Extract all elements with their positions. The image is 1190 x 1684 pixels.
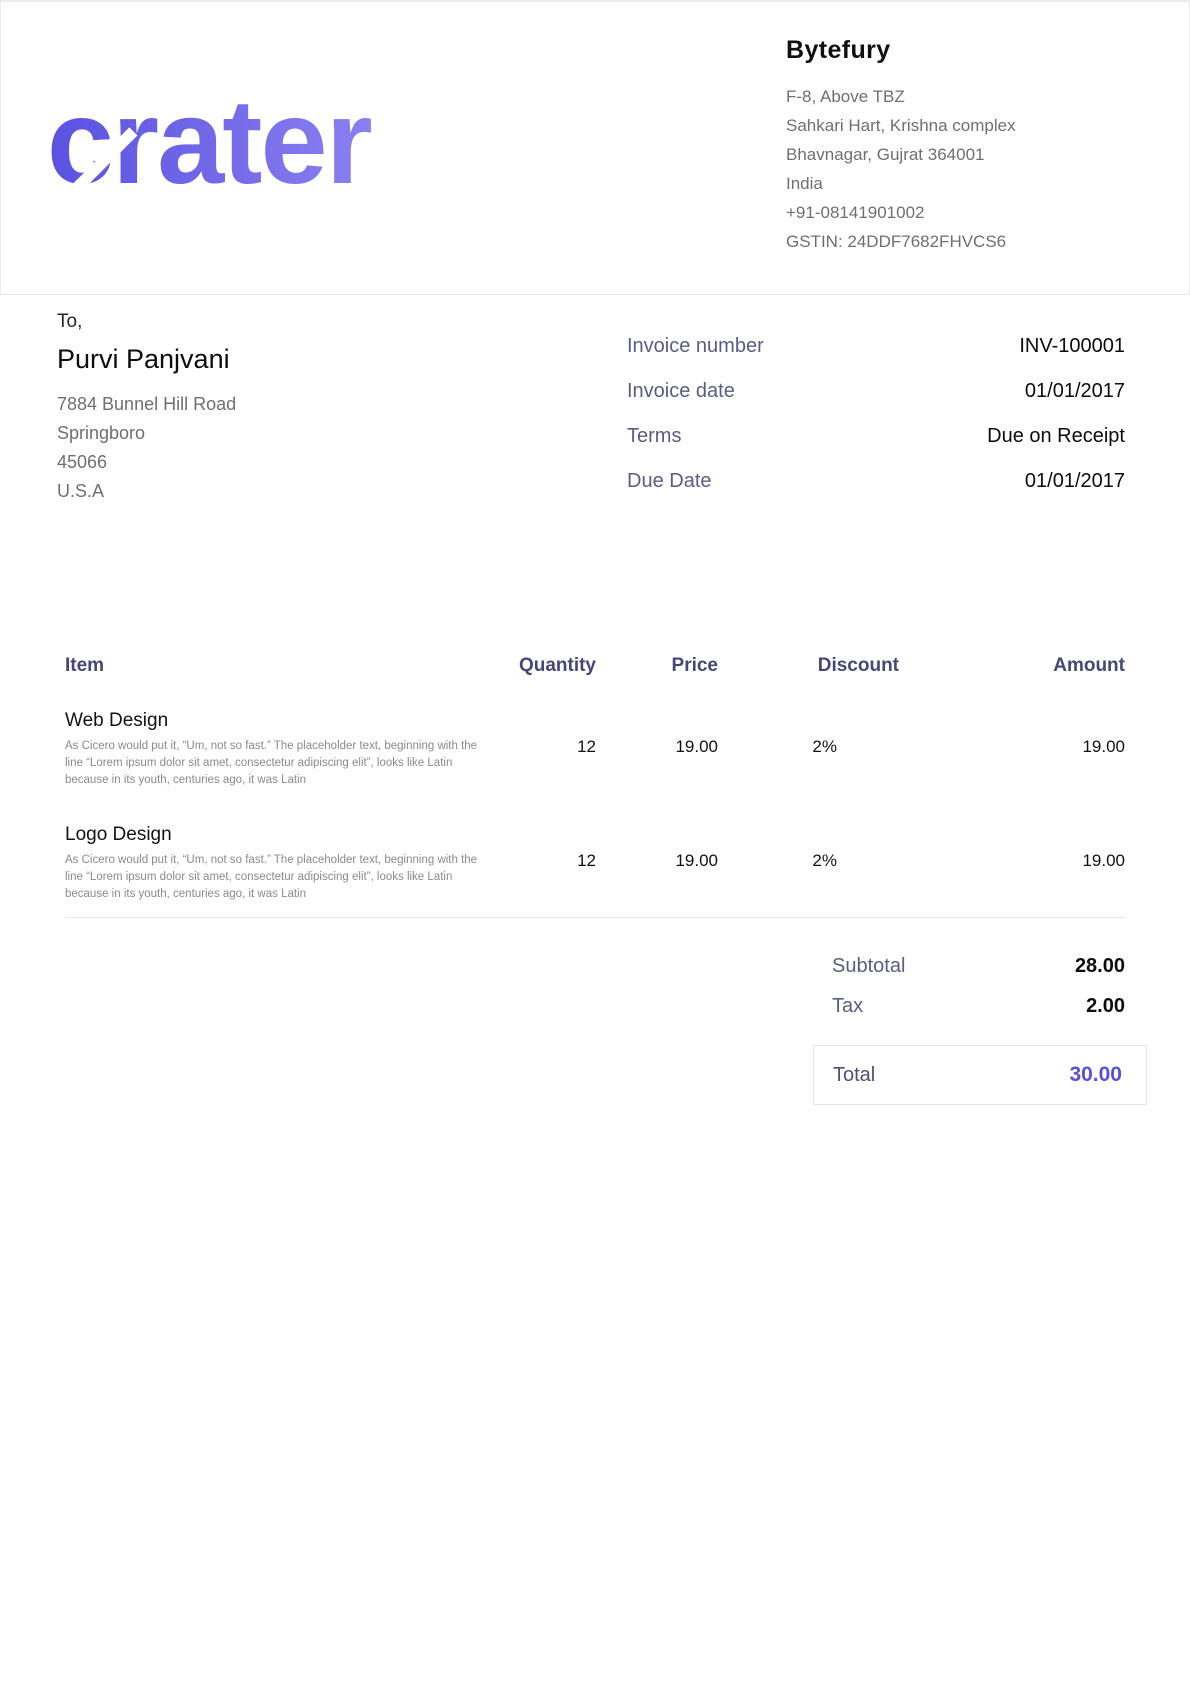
item-description: As Cicero would put it, “Um, not so fast… bbox=[65, 738, 485, 789]
column-header-item: Item bbox=[65, 655, 490, 677]
tax-row: Tax 2.00 bbox=[832, 995, 1125, 1018]
item-quantity: 12 bbox=[490, 824, 596, 903]
company-address-line: F-8, Above TBZ bbox=[786, 82, 1146, 111]
crater-logo-text: crater bbox=[47, 74, 372, 208]
due-date-row: Due Date 01/01/2017 bbox=[627, 470, 1125, 493]
column-header-quantity: Quantity bbox=[490, 655, 596, 677]
bill-to-address-line: U.S.A bbox=[57, 477, 236, 506]
bill-to-name: Purvi Panjvani bbox=[57, 344, 236, 375]
invoice-header: crater Bytefury F-8, Above TBZ Sahkari H… bbox=[0, 0, 1190, 295]
tax-value: 2.00 bbox=[1086, 995, 1125, 1018]
bill-to-address-line: Springboro bbox=[57, 419, 236, 448]
company-gstin: GSTIN: 24DDF7682FHVCS6 bbox=[786, 227, 1146, 256]
invoice-number-label: Invoice number bbox=[627, 335, 764, 358]
total-box: Total 30.00 bbox=[813, 1045, 1147, 1105]
invoice-page: crater Bytefury F-8, Above TBZ Sahkari H… bbox=[0, 0, 1190, 1684]
subtotal-row: Subtotal 28.00 bbox=[832, 955, 1125, 978]
terms-row: Terms Due on Receipt bbox=[627, 425, 1125, 448]
table-row: Web Design As Cicero would put it, “Um, … bbox=[65, 710, 1125, 789]
item-quantity: 12 bbox=[490, 710, 596, 789]
item-discount: 2% bbox=[718, 824, 899, 903]
total-value: 30.00 bbox=[1069, 1063, 1122, 1087]
item-amount: 19.00 bbox=[899, 824, 1125, 903]
bill-to-block: To, Purvi Panjvani 7884 Bunnel Hill Road… bbox=[57, 311, 236, 506]
due-date-label: Due Date bbox=[627, 470, 712, 493]
totals-section: Subtotal 28.00 Tax 2.00 Total 30.00 bbox=[65, 955, 1125, 1105]
column-header-discount: Discount bbox=[718, 655, 899, 677]
table-bottom-divider bbox=[65, 917, 1125, 918]
tax-label: Tax bbox=[832, 995, 863, 1018]
item-name: Web Design bbox=[65, 710, 490, 732]
column-header-amount: Amount bbox=[899, 655, 1125, 677]
invoice-meta-block: Invoice number INV-100001 Invoice date 0… bbox=[627, 335, 1125, 515]
terms-label: Terms bbox=[627, 425, 681, 448]
invoice-number-row: Invoice number INV-100001 bbox=[627, 335, 1125, 358]
invoice-number-value: INV-100001 bbox=[1019, 335, 1125, 358]
invoice-date-value: 01/01/2017 bbox=[1025, 380, 1125, 403]
company-address-line: Bhavnagar, Gujrat 364001 bbox=[786, 140, 1146, 169]
invoice-date-label: Invoice date bbox=[627, 380, 735, 403]
items-table-header: Item Quantity Price Discount Amount bbox=[65, 655, 1125, 677]
subtotal-value: 28.00 bbox=[1075, 955, 1125, 978]
column-header-price: Price bbox=[596, 655, 718, 677]
item-description: As Cicero would put it, “Um, not so fast… bbox=[65, 852, 485, 903]
bill-to-address-line: 7884 Bunnel Hill Road bbox=[57, 390, 236, 419]
crater-logo: crater bbox=[45, 68, 495, 208]
company-address-line: Sahkari Hart, Krishna complex bbox=[786, 111, 1146, 140]
total-label: Total bbox=[833, 1064, 875, 1087]
table-row: Logo Design As Cicero would put it, “Um,… bbox=[65, 824, 1125, 903]
item-amount: 19.00 bbox=[899, 710, 1125, 789]
company-phone: +91-08141901002 bbox=[786, 198, 1146, 227]
item-cell: Web Design As Cicero would put it, “Um, … bbox=[65, 710, 490, 789]
bill-to-intro: To, bbox=[57, 311, 236, 333]
company-name: Bytefury bbox=[786, 36, 1146, 65]
invoice-date-row: Invoice date 01/01/2017 bbox=[627, 380, 1125, 403]
due-date-value: 01/01/2017 bbox=[1025, 470, 1125, 493]
item-discount: 2% bbox=[718, 710, 899, 789]
subtotal-label: Subtotal bbox=[832, 955, 905, 978]
crater-logo-image: crater bbox=[45, 68, 495, 208]
item-cell: Logo Design As Cicero would put it, “Um,… bbox=[65, 824, 490, 903]
items-table: Item Quantity Price Discount Amount Web … bbox=[65, 655, 1125, 918]
company-address-line: India bbox=[786, 169, 1146, 198]
item-name: Logo Design bbox=[65, 824, 490, 846]
company-info: Bytefury F-8, Above TBZ Sahkari Hart, Kr… bbox=[786, 36, 1146, 256]
bill-to-address-line: 45066 bbox=[57, 448, 236, 477]
invoice-parties-section: To, Purvi Panjvani 7884 Bunnel Hill Road… bbox=[0, 295, 1190, 655]
terms-value: Due on Receipt bbox=[987, 425, 1125, 448]
item-price: 19.00 bbox=[596, 710, 718, 789]
item-price: 19.00 bbox=[596, 824, 718, 903]
